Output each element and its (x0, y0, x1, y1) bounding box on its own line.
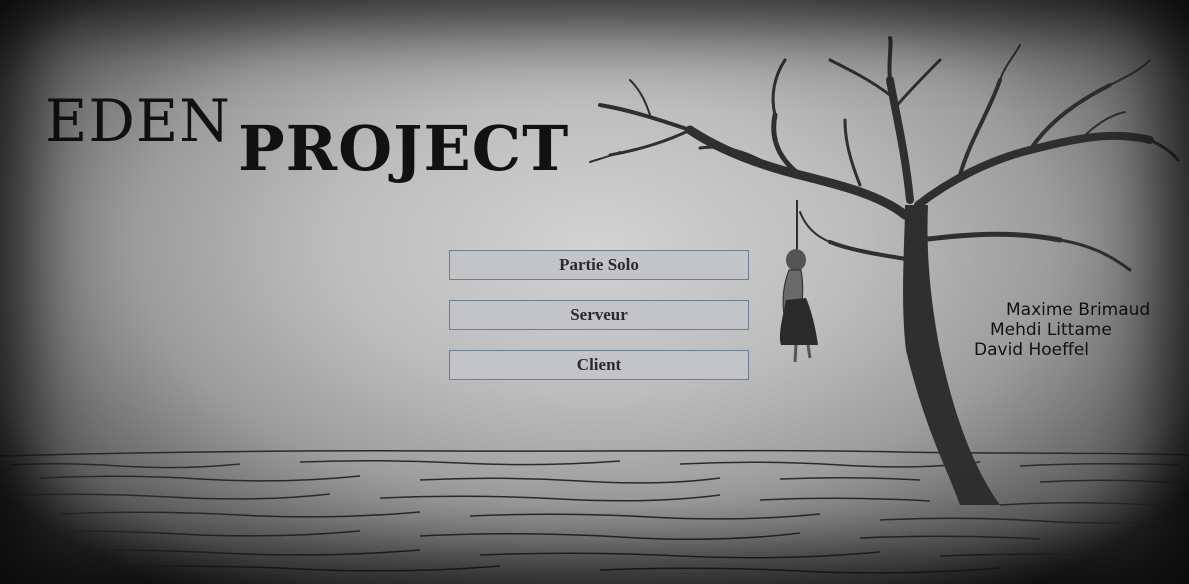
client-button[interactable]: Client (449, 350, 749, 380)
main-menu-scene: EDEN PROJECT Partie Solo Serveur Client … (0, 0, 1189, 584)
main-menu: Partie Solo Serveur Client (449, 250, 749, 400)
title-project: PROJECT (238, 112, 570, 185)
title-eden: EDEN (45, 87, 231, 155)
hanging-figure (779, 200, 818, 363)
credit-name: Mehdi Littame (990, 320, 1112, 340)
serveur-button[interactable]: Serveur (449, 300, 749, 330)
credit-name: Maxime Brimaud (1006, 300, 1151, 320)
ground-lines (0, 449, 1189, 574)
credit-name: David Hoeffel (974, 340, 1090, 360)
partie-solo-button[interactable]: Partie Solo (449, 250, 749, 280)
